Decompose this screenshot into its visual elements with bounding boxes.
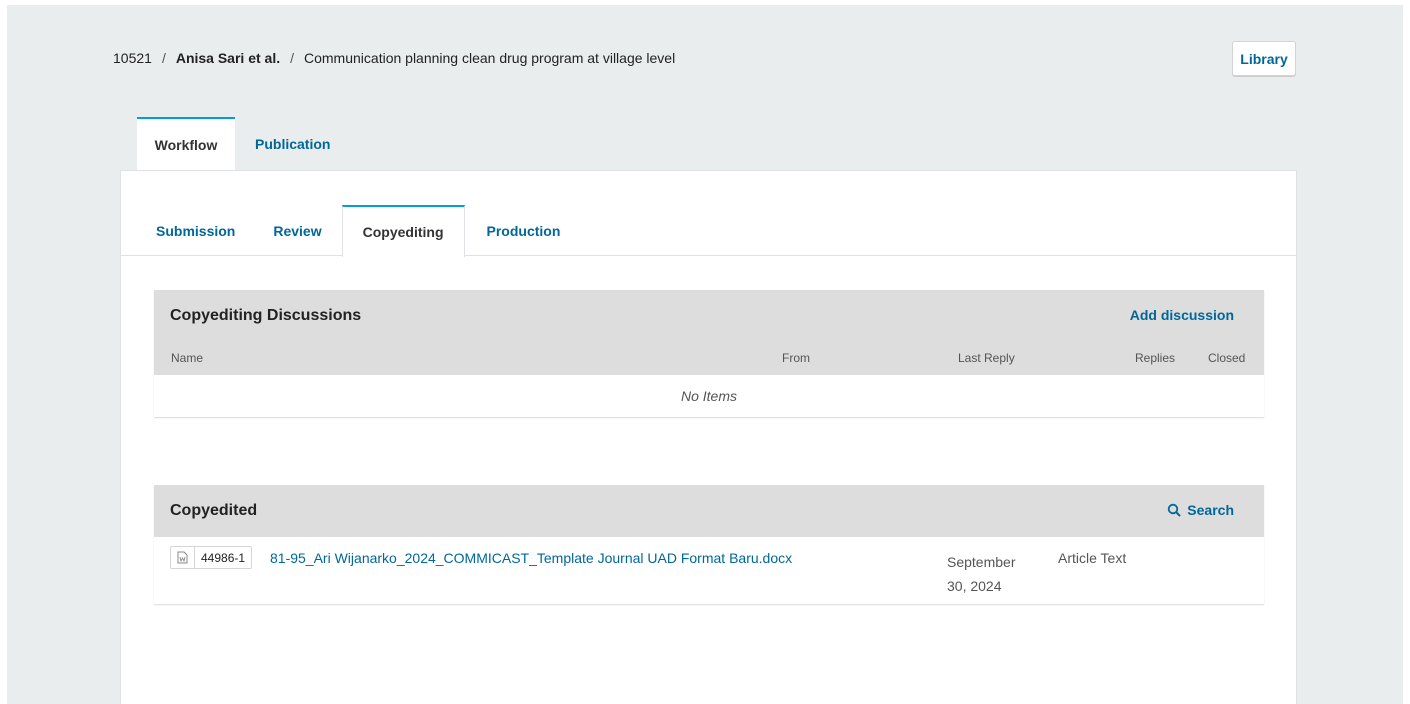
- copyediting-discussions-grid: Copyediting Discussions Add discussion N…: [154, 290, 1264, 417]
- library-button[interactable]: Library: [1232, 41, 1296, 76]
- main-tabs: Workflow Publication: [137, 117, 345, 170]
- file-id: 44986-1: [201, 550, 246, 565]
- breadcrumb: 10521 / Anisa Sari et al. / Communicatio…: [113, 48, 675, 68]
- copyedited-grid: Copyedited Search 44986-1 81-95_Ari Wija…: [154, 485, 1264, 604]
- workflow-panel: Submission Review Copyediting Production…: [120, 170, 1297, 704]
- discussions-header: Copyediting Discussions Add discussion N…: [154, 290, 1264, 375]
- file-date: September 30, 2024: [947, 554, 1016, 594]
- submission-id: 10521: [113, 50, 152, 66]
- search-icon: [1168, 503, 1182, 517]
- copyedited-title: Copyedited: [170, 502, 258, 519]
- tab-review[interactable]: Review: [255, 205, 341, 256]
- search-button[interactable]: Search: [1167, 502, 1234, 518]
- file-download-link[interactable]: 81-95_Ari Wijanarko_2024_COMMICAST_Templ…: [270, 550, 792, 566]
- tab-submission[interactable]: Submission: [136, 205, 255, 256]
- submission-author: Anisa Sari et al.: [175, 50, 281, 66]
- discussions-title: Copyediting Discussions: [170, 307, 362, 324]
- file-genre: Article Text: [1058, 550, 1127, 566]
- column-last-reply: Last Reply: [958, 351, 1015, 365]
- file-row: 44986-1 81-95_Ari Wijanarko_2024_COMMICA…: [154, 537, 1264, 604]
- file-id-badge: 44986-1: [170, 546, 253, 569]
- tab-copyediting[interactable]: Copyediting: [341, 205, 465, 257]
- column-name: Name: [171, 351, 204, 365]
- empty-message: No Items: [680, 388, 737, 404]
- stage-tabs: Submission Review Copyediting Production: [121, 205, 1296, 257]
- tab-workflow[interactable]: Workflow: [137, 117, 235, 170]
- copyedited-header: Copyedited Search: [154, 485, 1264, 537]
- breadcrumb-separator: /: [290, 50, 294, 66]
- column-replies: Replies: [1135, 351, 1176, 365]
- submission-title: Communication planning clean drug progra…: [304, 50, 676, 66]
- tab-production[interactable]: Production: [465, 205, 581, 256]
- search-label: Search: [1187, 502, 1234, 518]
- column-from: From: [782, 351, 810, 365]
- add-discussion-button[interactable]: Add discussion: [1130, 307, 1234, 323]
- document-icon: [171, 547, 195, 568]
- column-closed: Closed: [1208, 351, 1246, 365]
- breadcrumb-separator: /: [161, 50, 166, 66]
- tab-publication[interactable]: Publication: [235, 117, 345, 170]
